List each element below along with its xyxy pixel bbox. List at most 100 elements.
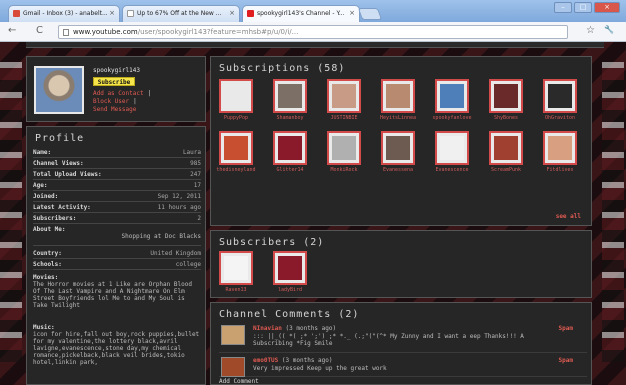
subscription-thumbnail[interactable] — [381, 131, 415, 165]
thumbnail-image — [548, 136, 572, 160]
author-name: NInavian — [253, 325, 282, 332]
channel-name-label[interactable]: Glitter14 — [268, 167, 312, 173]
channel-name-label[interactable]: HeyitsLinnea — [376, 115, 420, 121]
subscription-thumbnail[interactable] — [273, 251, 307, 285]
thumbnail-image — [332, 136, 356, 160]
channel-name-label[interactable]: ScreamPunk — [484, 167, 528, 173]
subscribers-title: Subscribers (2) — [219, 237, 325, 248]
channel-name-label[interactable]: JUSTINBIE — [322, 115, 366, 121]
profile-row: Country: United Kingdom — [33, 249, 201, 259]
subscription-thumbnail[interactable] — [489, 131, 523, 165]
add-comment-link[interactable]: Add Comment — [219, 378, 259, 385]
thumbnail-image — [278, 136, 302, 160]
close-window-button[interactable]: × — [594, 2, 620, 13]
about-value: Shopping at Doc Blacks — [121, 233, 201, 240]
subscribe-button[interactable]: Subscribe — [93, 77, 135, 86]
spam-link[interactable]: Spam — [559, 357, 573, 364]
thumbnail-image — [494, 136, 518, 160]
profile-row: Schools: college — [33, 260, 201, 270]
channel-name-label[interactable]: MonkiRock — [322, 167, 366, 173]
minimize-button[interactable]: – — [554, 2, 572, 13]
channel-name-label[interactable]: thedisneyland — [214, 167, 258, 173]
about-me: About Me: Shopping at Doc Blacks — [33, 226, 201, 246]
maximize-button[interactable]: □ — [574, 2, 592, 13]
browser-tab-deals[interactable]: Up to 67% Off at the New ... × — [122, 5, 240, 22]
channel-name-label[interactable]: Evanescence — [430, 167, 474, 173]
subscription-thumbnail[interactable] — [219, 251, 253, 285]
channel-username: spookygirl143 — [93, 67, 140, 74]
spam-link[interactable]: Spam — [559, 325, 573, 332]
subscription-thumbnail[interactable] — [489, 79, 523, 113]
movies-text: The Horror movies at 1 Like are Orphan B… — [33, 281, 192, 309]
channel-name-label[interactable]: PuppyPop — [214, 115, 258, 121]
youtube-favicon-icon — [247, 10, 254, 17]
row-key: Name: — [33, 149, 52, 156]
channel-name-label[interactable]: OhGraviton — [538, 115, 582, 121]
commenter-avatar[interactable] — [221, 357, 245, 377]
row-value: Sep 12, 2011 — [157, 193, 201, 200]
subscription-thumbnail[interactable] — [435, 131, 469, 165]
close-tab-icon[interactable]: × — [349, 9, 355, 17]
subscription-thumbnail[interactable] — [273, 131, 307, 165]
thumbnail-image — [224, 136, 248, 160]
reload-icon[interactable]: C — [36, 25, 43, 36]
browser-tab-youtube[interactable]: spookygirl143's Channel - Y... × — [242, 5, 360, 22]
star-icon[interactable]: ☆ — [586, 25, 595, 36]
row-value: Laura — [182, 149, 201, 156]
channel-header: spookygirl143 Subscribe Add as Contact | … — [26, 56, 206, 122]
comment-author[interactable]: emo0TUS (3 months ago) — [253, 357, 333, 364]
close-tab-icon[interactable]: × — [229, 9, 235, 17]
channel-name-label[interactable]: Raven13 — [214, 287, 258, 293]
row-value: 247 — [190, 171, 201, 178]
subscription-thumbnail[interactable] — [435, 79, 469, 113]
address-bar[interactable]: www.youtube.com/user/spookygirl143?featu… — [58, 25, 568, 39]
avatar[interactable] — [34, 66, 84, 114]
channel-name-label[interactable]: Shamanboy — [268, 115, 312, 121]
comment-text: Very impressed Keep up the great work — [253, 365, 387, 372]
subscription-thumbnail[interactable] — [381, 79, 415, 113]
background-decoration — [0, 62, 22, 362]
row-key: Subscribers: — [33, 215, 77, 222]
subscription-thumbnail[interactable] — [327, 131, 361, 165]
close-tab-icon[interactable]: × — [109, 9, 115, 17]
channel-name-label[interactable]: Fitdlives — [538, 167, 582, 173]
channel-name-label[interactable]: spookyfanlove — [430, 115, 474, 121]
profile-row: Name: Laura — [33, 148, 201, 158]
thumbnail-image — [440, 136, 464, 160]
subscription-thumbnail[interactable] — [219, 131, 253, 165]
subscription-thumbnail[interactable] — [273, 79, 307, 113]
row-key: Age: — [33, 182, 48, 189]
music: Music: icon for hire,fall out boy,rock p… — [33, 324, 201, 366]
subscription-thumbnail[interactable] — [219, 79, 253, 113]
browser-tab-gmail[interactable]: Gmail - Inbox (3) - anabelt... × — [8, 5, 120, 22]
channel-name-label[interactable]: ladyBird — [268, 287, 312, 293]
thumbnail-image — [494, 84, 518, 108]
background-decoration — [602, 62, 624, 362]
wrench-icon[interactable]: 🔧 — [604, 25, 614, 34]
subscription-thumbnail[interactable] — [327, 79, 361, 113]
comment-author[interactable]: NInavian (3 months ago) — [253, 325, 336, 332]
block-user-link[interactable]: Block User | — [93, 98, 137, 105]
music-text: icon for hire,fall out boy,rock puppies,… — [33, 331, 200, 366]
send-message-link[interactable]: Send Message — [93, 106, 136, 113]
profile-row: Channel Views: 985 — [33, 159, 201, 169]
row-key: Total Upload Views: — [33, 171, 102, 178]
profile-title: Profile — [35, 133, 85, 144]
see-all-link[interactable]: see all — [556, 213, 581, 220]
commenter-avatar[interactable] — [221, 325, 245, 345]
top-strip — [26, 42, 604, 48]
author-name: emo0TUS — [253, 357, 279, 364]
thumbnail-image — [386, 84, 410, 108]
channel-name-label[interactable]: Evanessena — [376, 167, 420, 173]
add-contact-link[interactable]: Add as Contact | — [93, 90, 151, 97]
profile-row: Joined: Sep 12, 2011 — [33, 192, 201, 202]
thumbnail-image — [548, 84, 572, 108]
url-path: /user/spookygirl143?feature=mhsb#p/u/0/i… — [137, 28, 299, 36]
subscription-thumbnail[interactable] — [543, 79, 577, 113]
about-label: About Me: — [33, 226, 66, 233]
channel-name-label[interactable]: ShyBones — [484, 115, 528, 121]
subscription-thumbnail[interactable] — [543, 131, 577, 165]
new-tab-button[interactable] — [357, 8, 383, 20]
row-value: 2 — [197, 215, 201, 222]
back-arrow-icon[interactable]: ← — [8, 25, 16, 36]
